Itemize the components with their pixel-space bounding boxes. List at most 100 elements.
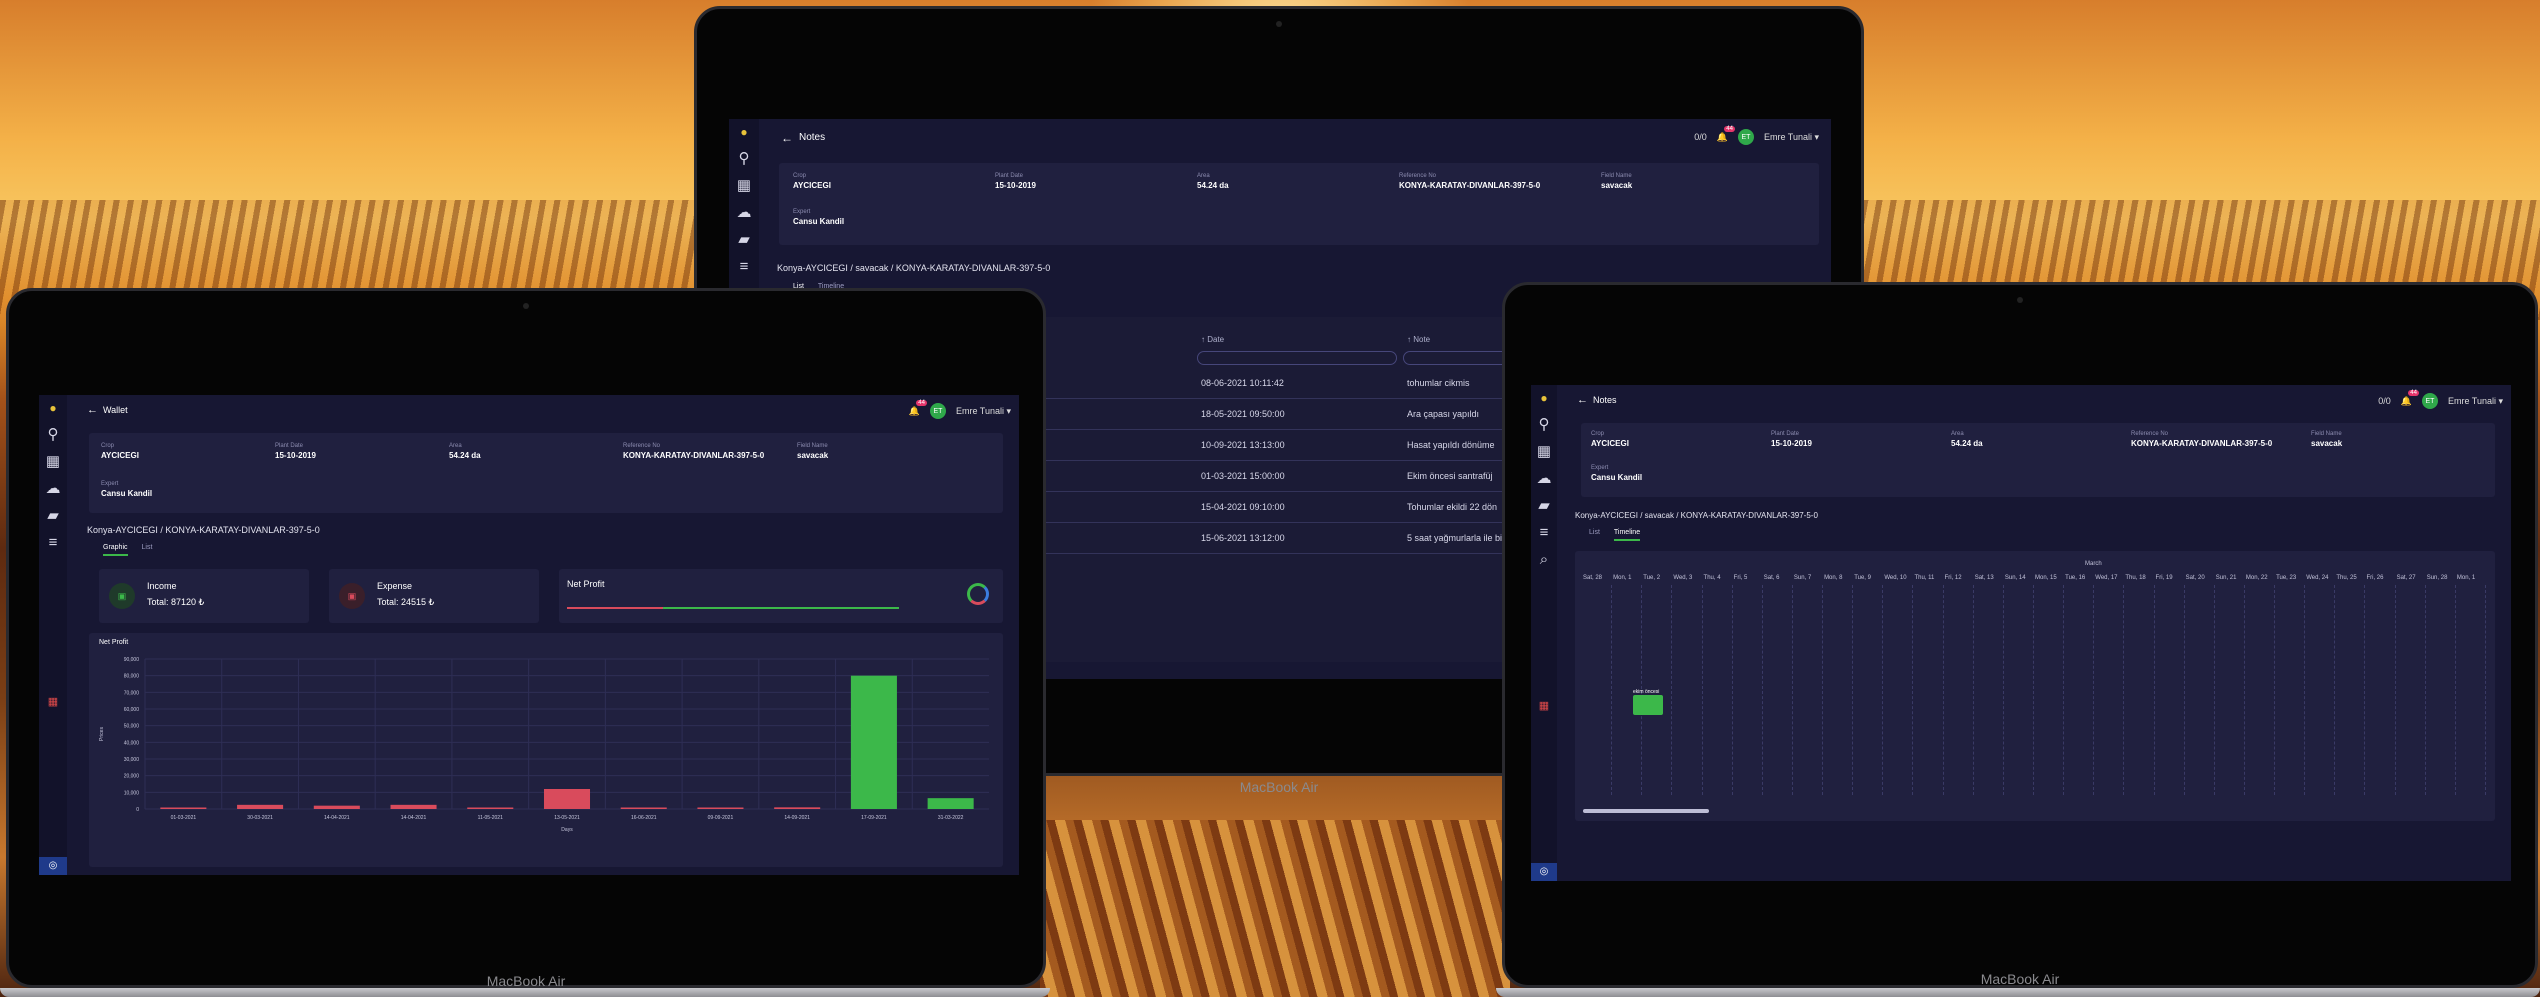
page-title: Wallet [103,405,128,415]
messages-counter[interactable]: 0/0 [2378,396,2391,406]
bar [927,798,974,809]
camera [523,303,529,309]
page-title: Notes [799,132,826,143]
x-tick-label: 14-04-2021 [324,815,350,821]
app-logo-icon[interactable]: ● [49,401,56,415]
reference-label: Reference No [623,443,661,449]
timeline-day-label: Mon, 8 [1824,575,1843,581]
timeline-gridline [2454,585,2456,795]
chat-icon[interactable]: ▰ [1538,498,1550,513]
crop-label: Crop [101,443,115,449]
timeline-gridline [1972,585,1974,795]
timeline-screen: ● ⚲ ▦ ☁ ▰ ≡ ⌕ ▦ ◎ ← Notes 0/0 🔔 44 ET Emr… [1531,385,2511,881]
avatar[interactable]: ET [1737,129,1754,145]
tab-graphic[interactable]: Graphic [103,544,128,556]
notes-icon[interactable]: ≡ [740,259,749,274]
plant-date-value: 15-10-2019 [1771,439,1812,448]
user-menu[interactable]: Emre Tunali ▾ [2448,396,2503,407]
bar [467,807,514,809]
camera [2017,297,2023,303]
back-arrow-icon[interactable]: ← [1577,394,1588,406]
crop-value: AYCICEGI [101,451,139,460]
timeline-gridline [1701,585,1703,795]
notification-bell-icon[interactable]: 🔔 44 [1717,125,1735,143]
tab-list[interactable]: List [1589,529,1600,541]
field-label: Field Name [797,443,828,449]
crop-value: AYCICEGI [1591,439,1629,448]
y-tick-label: 70,000 [124,690,140,696]
income-total: Total: 87120 ₺ [147,597,205,607]
expert-label: Expert [1591,465,1609,471]
expert-value: Cansu Kandil [1591,473,1643,482]
back-arrow-icon[interactable]: ← [87,404,98,416]
timeline-day-label: Tue, 9 [1854,575,1871,581]
note-header-label: Note [1413,335,1431,344]
note-column-header[interactable]: ↑ Note [1407,335,1430,344]
timeline-day-label: Sat, 20 [2185,575,2205,581]
field-value: savacak [1601,181,1633,190]
dashboard-icon[interactable]: ▦ [1537,444,1551,459]
language-flag-icon[interactable]: ▦ [1539,699,1549,712]
y-tick-label: 80,000 [124,674,140,680]
bar [390,804,437,809]
weather-icon[interactable]: ☁ [46,481,61,496]
note-text: Ekim öncesi santrafüj [1407,471,1493,481]
timeline-event[interactable] [1633,695,1663,715]
avatar[interactable]: ET [929,403,946,419]
field-value: savacak [2311,439,2343,448]
bar [774,807,821,809]
user-menu[interactable]: Emre Tunali ▾ [1764,132,1819,143]
plant-date-value: 15-10-2019 [995,181,1036,190]
timeline-gridline [2243,585,2245,795]
weather-icon[interactable]: ☁ [1537,471,1552,486]
net-profit-card[interactable]: Net Profit [559,569,1003,623]
avatar[interactable]: ET [2421,393,2438,409]
breadcrumb: Konya-AYCICEGI / savacak / KONYA-KARATAY… [1575,511,1818,520]
bar [160,807,207,809]
notes-icon[interactable]: ≡ [1540,525,1549,540]
weather-icon[interactable]: ☁ [737,205,752,220]
expert-label: Expert [793,209,811,215]
date-filter-input[interactable] [1197,351,1397,365]
satellite-icon[interactable]: ⚲ [739,151,750,166]
x-tick-label: 13-05-2021 [554,815,580,821]
tab-timeline[interactable]: Timeline [1613,529,1641,541]
device-label: MacBook Air [1980,971,2060,987]
timeline-day-label: Thu, 4 [1703,575,1721,581]
page-title: Notes [1593,395,1617,405]
note-date: 01-03-2021 15:00:00 [1201,471,1285,481]
chat-icon[interactable]: ▰ [738,232,750,247]
expense-label: Expense [377,581,413,591]
notification-bell-icon[interactable]: 🔔 44 [909,399,927,417]
search-list-icon[interactable]: ⌕ [1540,552,1548,567]
timeline-day-label: Wed, 24 [2306,575,2329,581]
reference-value: KONYA-KARATAY-DIVANLAR-397-5-0 [1399,181,1541,190]
tab-list[interactable]: List [142,544,153,556]
back-arrow-icon[interactable]: ← [781,131,793,145]
user-menu[interactable]: Emre Tunali ▾ [956,406,1011,417]
income-card[interactable]: ▣ Income Total: 87120 ₺ [99,569,309,623]
dashboard-icon[interactable]: ▦ [737,178,751,193]
satellite-icon[interactable]: ⚲ [48,427,59,442]
net-profit-chart: Net Profit 90,000 80,000 70,000 60,000 50,00… [89,633,1003,867]
expense-card[interactable]: ▣ Expense Total: 24515 ₺ [329,569,539,623]
top-bar: 0/0 🔔 44 ET Emre Tunali ▾ [2378,389,2503,409]
timeline-scrollbar[interactable] [1583,809,1709,813]
messages-counter[interactable]: 0/0 [1694,132,1707,142]
notes-icon[interactable]: ≡ [49,535,58,550]
timeline-gridline [1882,585,1884,795]
sidebar: ● ⚲ ▦ ☁ ▰ ≡ ▦ ◎ [39,395,67,875]
area-value: 54.24 da [1951,439,1983,448]
timeline-gridline [1671,585,1673,795]
notification-bell-icon[interactable]: 🔔 44 [2401,389,2419,407]
chat-icon[interactable]: ▰ [47,508,59,523]
app-logo-icon[interactable]: ● [740,125,747,139]
date-column-header[interactable]: ↑ Date [1201,335,1224,344]
timeline-day-label: Fri, 5 [1733,575,1748,581]
satellite-icon[interactable]: ⚲ [1539,417,1550,432]
language-flag-icon[interactable]: ▦ [48,695,58,708]
y-tick-label: 60,000 [124,707,140,713]
dashboard-icon[interactable]: ▦ [46,454,60,469]
app-logo-icon[interactable]: ● [1540,391,1547,405]
reference-label: Reference No [1399,173,1437,179]
